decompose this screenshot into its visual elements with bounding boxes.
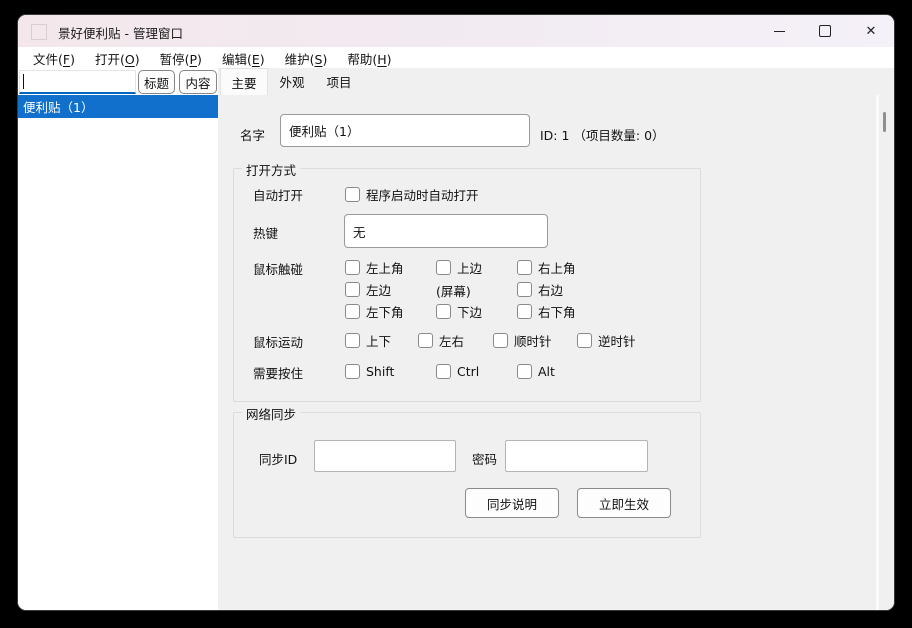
sync-help-button[interactable]: 同步说明 — [465, 488, 559, 518]
note-list: 便利贴（1） — [18, 95, 218, 610]
scrollbar-track[interactable] — [879, 95, 894, 610]
checkbox-icon — [345, 260, 360, 275]
modifier-label: 需要按住 — [253, 363, 303, 382]
checkbox-bottom-edge[interactable]: 下边 — [436, 301, 482, 321]
checkbox-bottom-left[interactable]: 左下角 — [345, 301, 404, 321]
checkbox-icon — [345, 364, 360, 379]
checkbox-ctrl[interactable]: Ctrl — [436, 361, 479, 381]
hotkey-input[interactable]: 无 — [344, 214, 548, 248]
checkbox-icon — [345, 333, 360, 348]
open-method-group-title: 打开方式 — [242, 160, 300, 179]
password-input[interactable] — [505, 440, 648, 472]
checkbox-icon — [345, 187, 360, 202]
auto-open-label: 自动打开 — [253, 185, 303, 204]
checkbox-bottom-right[interactable]: 右下角 — [517, 301, 576, 321]
checkbox-counterclockwise[interactable]: 逆时针 — [577, 330, 636, 350]
checkbox-icon — [493, 333, 508, 348]
sync-id-label: 同步ID — [259, 449, 297, 468]
scrollbar-thumb[interactable] — [883, 112, 886, 132]
checkbox-icon — [577, 333, 592, 348]
menu-pause[interactable]: 暂停(P) — [151, 47, 211, 70]
search-input[interactable] — [19, 70, 136, 94]
app-window: 景好便利贴 - 管理窗口 ✕ 文件(F) 打开(O) 暂停(P) 编辑(E) 维… — [18, 15, 894, 610]
menu-bar: 文件(F) 打开(O) 暂停(P) 编辑(E) 维护(S) 帮助(H) — [18, 47, 894, 70]
checkbox-icon — [517, 282, 532, 297]
checkbox-icon — [345, 282, 360, 297]
sync-id-input[interactable] — [314, 440, 456, 472]
name-label: 名字 — [240, 125, 265, 144]
screen-hint-label: (屏幕) — [436, 281, 471, 300]
checkbox-icon — [418, 333, 433, 348]
checkbox-icon — [436, 304, 451, 319]
tab-main[interactable]: 主要 — [220, 68, 268, 95]
tab-appearance[interactable]: 外观 — [268, 68, 316, 95]
checkbox-left-edge[interactable]: 左边 — [345, 279, 391, 299]
app-icon — [31, 24, 47, 40]
name-input[interactable]: 便利贴（1） — [280, 114, 530, 147]
checkbox-icon — [436, 364, 451, 379]
filter-title-button[interactable]: 标题 — [138, 70, 175, 94]
maximize-icon — [819, 25, 831, 37]
menu-file[interactable]: 文件(F) — [24, 47, 84, 70]
minimize-button[interactable] — [756, 15, 802, 47]
checkbox-up-down[interactable]: 上下 — [345, 330, 391, 350]
text-caret — [23, 74, 24, 89]
window-title: 景好便利贴 - 管理窗口 — [58, 23, 183, 42]
menu-open[interactable]: 打开(O) — [86, 47, 149, 70]
network-sync-group-title: 网络同步 — [242, 404, 300, 423]
checkbox-auto-open[interactable]: 程序启动时自动打开 — [345, 184, 479, 204]
network-sync-group: 网络同步 — [233, 412, 701, 538]
checkbox-top-edge[interactable]: 上边 — [436, 257, 482, 277]
checkbox-clockwise[interactable]: 顺时针 — [493, 330, 552, 350]
checkbox-shift[interactable]: Shift — [345, 361, 394, 381]
checkbox-top-left[interactable]: 左上角 — [345, 257, 404, 277]
close-icon: ✕ — [866, 25, 877, 38]
menu-maintain[interactable]: 维护(S) — [276, 47, 337, 70]
filter-content-button[interactable]: 内容 — [179, 70, 217, 94]
checkbox-top-right[interactable]: 右上角 — [517, 257, 576, 277]
checkbox-icon — [345, 304, 360, 319]
checkbox-icon — [517, 364, 532, 379]
checkbox-right-edge[interactable]: 右边 — [517, 279, 563, 299]
apply-now-button[interactable]: 立即生效 — [577, 488, 671, 518]
maximize-button[interactable] — [802, 15, 848, 47]
checkbox-left-right[interactable]: 左右 — [418, 330, 464, 350]
minimize-icon — [774, 31, 785, 32]
close-button[interactable]: ✕ — [848, 15, 894, 47]
tab-items[interactable]: 项目 — [316, 68, 362, 95]
checkbox-icon — [436, 260, 451, 275]
checkbox-alt[interactable]: Alt — [517, 361, 555, 381]
mouse-touch-label: 鼠标触碰 — [253, 259, 303, 278]
checkbox-icon — [517, 260, 532, 275]
password-label: 密码 — [472, 449, 497, 468]
hotkey-label: 热键 — [253, 223, 278, 242]
id-info: ID: 1 （项目数量: 0） — [540, 125, 665, 144]
checkbox-icon — [517, 304, 532, 319]
title-bar: 景好便利贴 - 管理窗口 ✕ — [18, 15, 894, 47]
menu-help[interactable]: 帮助(H) — [338, 47, 400, 70]
list-item-note[interactable]: 便利贴（1） — [18, 95, 218, 118]
menu-edit[interactable]: 编辑(E) — [213, 47, 274, 70]
mouse-motion-label: 鼠标运动 — [253, 332, 303, 351]
